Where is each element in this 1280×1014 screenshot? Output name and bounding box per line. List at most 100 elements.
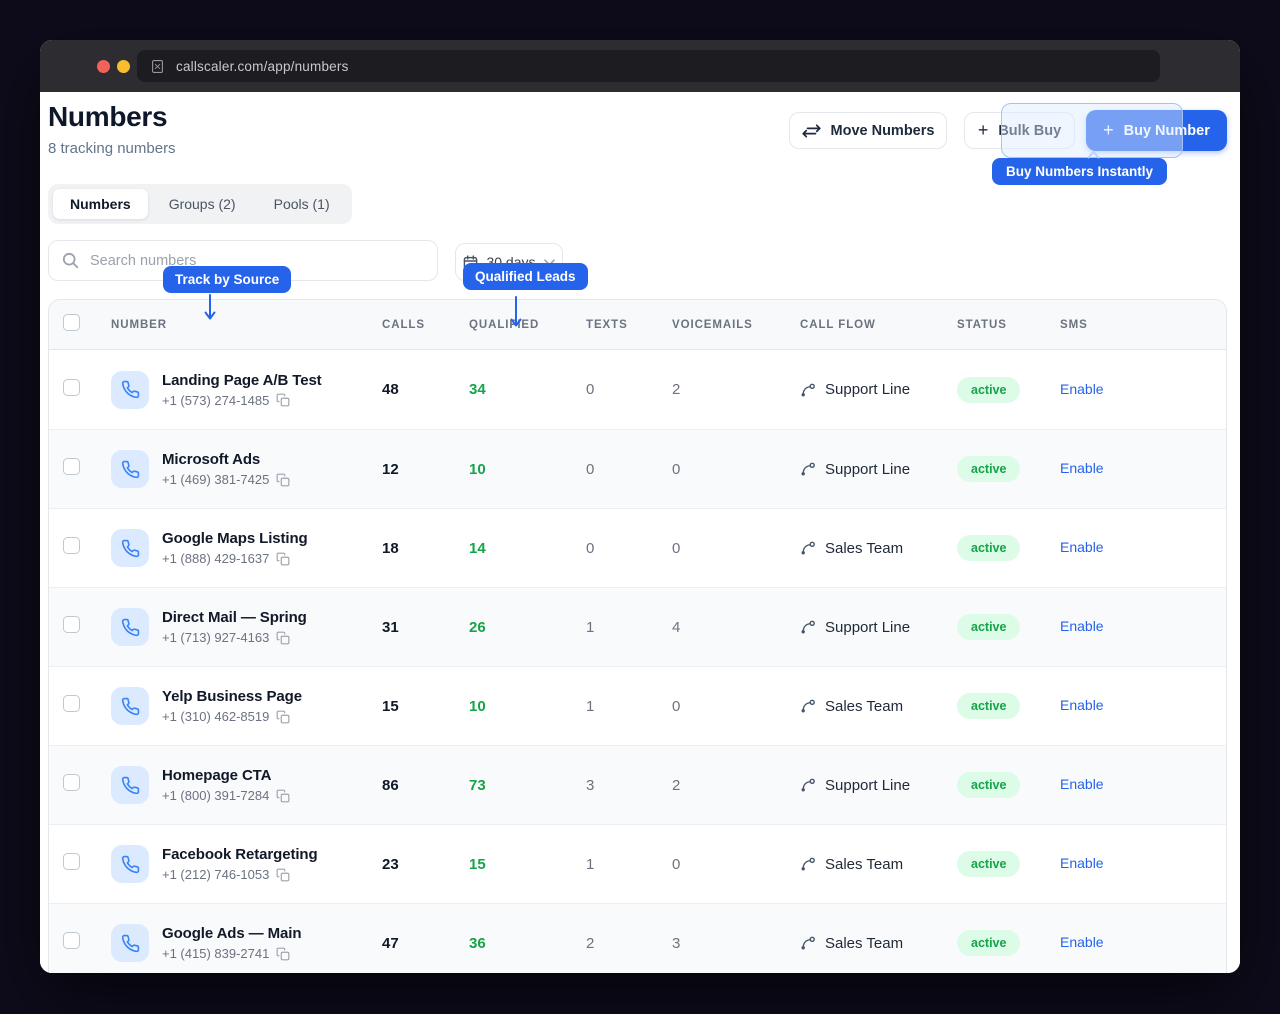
table-row[interactable]: Landing Page A/B Test +1 (573) 274-1485 … — [49, 350, 1226, 429]
phone-icon — [111, 924, 149, 962]
call-flow-branch-icon — [800, 698, 816, 714]
number-name: Facebook Retargeting — [162, 846, 318, 863]
buy-numbers-instantly-tooltip: Buy Numbers Instantly — [992, 158, 1167, 185]
copy-icon[interactable] — [276, 710, 290, 724]
texts-count: 0 — [586, 461, 672, 478]
row-checkbox[interactable] — [63, 379, 80, 396]
sms-enable-link[interactable]: Enable — [1060, 460, 1104, 476]
tab-pools-1[interactable]: Pools (1) — [257, 189, 347, 219]
table-row[interactable]: Google Maps Listing +1 (888) 429-1637 18… — [49, 508, 1226, 587]
status-badge: active — [957, 772, 1020, 798]
texts-count: 3 — [586, 777, 672, 794]
calls-count: 12 — [382, 461, 469, 478]
select-all-checkbox[interactable] — [63, 314, 80, 331]
move-numbers-button[interactable]: Move Numbers — [789, 112, 947, 149]
sms-enable-link[interactable]: Enable — [1060, 539, 1104, 555]
phone-number: +1 (469) 381-7425 — [162, 472, 269, 487]
sms-enable-link[interactable]: Enable — [1060, 618, 1104, 634]
voicemails-count: 4 — [672, 619, 800, 636]
column-header-voicemails: VOICEMAILS — [672, 319, 800, 331]
close-window-button[interactable] — [97, 60, 110, 73]
qualified-count: 10 — [469, 461, 586, 478]
sms-enable-link[interactable]: Enable — [1060, 381, 1104, 397]
copy-icon[interactable] — [276, 393, 290, 407]
desktop-background: callscaler.com/app/numbers Numbers 8 tra… — [0, 0, 1280, 1014]
copy-icon[interactable] — [276, 631, 290, 645]
status-badge: active — [957, 456, 1020, 482]
row-checkbox[interactable] — [63, 774, 80, 791]
table-row[interactable]: Homepage CTA +1 (800) 391-7284 86 73 3 2 — [49, 745, 1226, 824]
call-flow-name: Support Line — [825, 461, 910, 478]
row-checkbox[interactable] — [63, 853, 80, 870]
texts-count: 1 — [586, 619, 672, 636]
copy-icon[interactable] — [276, 868, 290, 882]
buy-number-button[interactable]: + Buy Number — [1086, 110, 1227, 151]
voicemails-count: 0 — [672, 540, 800, 557]
table-row[interactable]: Microsoft Ads +1 (469) 381-7425 12 10 0 … — [49, 429, 1226, 508]
table-row[interactable]: Yelp Business Page +1 (310) 462-8519 15 … — [49, 666, 1226, 745]
column-header-qualified: QUALIFIED — [469, 319, 586, 331]
row-checkbox[interactable] — [63, 932, 80, 949]
phone-number: +1 (310) 462-8519 — [162, 709, 269, 724]
sms-enable-link[interactable]: Enable — [1060, 776, 1104, 792]
phone-number: +1 (573) 274-1485 — [162, 393, 269, 408]
qualified-count: 14 — [469, 540, 586, 557]
table-row[interactable]: Direct Mail — Spring +1 (713) 927-4163 3… — [49, 587, 1226, 666]
qualified-count: 34 — [469, 381, 586, 398]
phone-icon — [111, 845, 149, 883]
number-name: Google Maps Listing — [162, 530, 308, 547]
call-flow-branch-icon — [800, 540, 816, 556]
search-icon — [62, 252, 79, 269]
texts-count: 2 — [586, 935, 672, 952]
browser-chrome: callscaler.com/app/numbers — [40, 40, 1240, 92]
caret-up-icon — [1087, 150, 1100, 159]
phone-icon — [111, 450, 149, 488]
column-header-status: STATUS — [957, 319, 1060, 331]
qualified-count: 73 — [469, 777, 586, 794]
texts-count: 1 — [586, 856, 672, 873]
texts-count: 1 — [586, 698, 672, 715]
callout-arrow-down — [509, 296, 523, 329]
calls-count: 86 — [382, 777, 469, 794]
tab-numbers[interactable]: Numbers — [53, 189, 148, 219]
copy-icon[interactable] — [276, 473, 290, 487]
call-flow-name: Support Line — [825, 381, 910, 398]
voicemails-count: 0 — [672, 698, 800, 715]
number-name: Direct Mail — Spring — [162, 609, 307, 626]
calls-count: 47 — [382, 935, 469, 952]
copy-icon[interactable] — [276, 947, 290, 961]
status-badge: active — [957, 535, 1020, 561]
table-row[interactable]: Facebook Retargeting +1 (212) 746-1053 2… — [49, 824, 1226, 903]
sms-enable-link[interactable]: Enable — [1060, 934, 1104, 950]
tab-groups-2[interactable]: Groups (2) — [152, 189, 253, 219]
sms-enable-link[interactable]: Enable — [1060, 697, 1104, 713]
bulk-buy-button[interactable]: + Bulk Buy — [964, 112, 1075, 149]
phone-icon — [111, 371, 149, 409]
call-flow-branch-icon — [800, 382, 816, 398]
phone-number: +1 (713) 927-4163 — [162, 630, 269, 645]
phone-number: +1 (800) 391-7284 — [162, 788, 269, 803]
table-row[interactable]: Google Ads — Main +1 (415) 839-2741 47 3… — [49, 903, 1226, 973]
address-bar[interactable]: callscaler.com/app/numbers — [137, 50, 1160, 82]
row-checkbox[interactable] — [63, 537, 80, 554]
phone-icon — [111, 766, 149, 804]
column-header-number: NUMBER — [111, 319, 382, 331]
row-checkbox[interactable] — [63, 695, 80, 712]
call-flow-name: Support Line — [825, 777, 910, 794]
numbers-table: NUMBERCALLSQUALIFIEDTEXTSVOICEMAILSCALL … — [48, 299, 1227, 973]
row-checkbox[interactable] — [63, 616, 80, 633]
table-body: Landing Page A/B Test +1 (573) 274-1485 … — [49, 350, 1226, 973]
url-text: callscaler.com/app/numbers — [176, 59, 349, 74]
minimize-window-button[interactable] — [117, 60, 130, 73]
phone-number: +1 (212) 746-1053 — [162, 867, 269, 882]
call-flow-branch-icon — [800, 935, 816, 951]
row-checkbox[interactable] — [63, 458, 80, 475]
table-header-row: NUMBERCALLSQUALIFIEDTEXTSVOICEMAILSCALL … — [49, 300, 1226, 350]
copy-icon[interactable] — [276, 789, 290, 803]
sms-enable-link[interactable]: Enable — [1060, 855, 1104, 871]
column-header-texts: TEXTS — [586, 319, 672, 331]
number-name: Google Ads — Main — [162, 925, 301, 942]
voicemails-count: 0 — [672, 856, 800, 873]
number-name: Microsoft Ads — [162, 451, 290, 468]
copy-icon[interactable] — [276, 552, 290, 566]
